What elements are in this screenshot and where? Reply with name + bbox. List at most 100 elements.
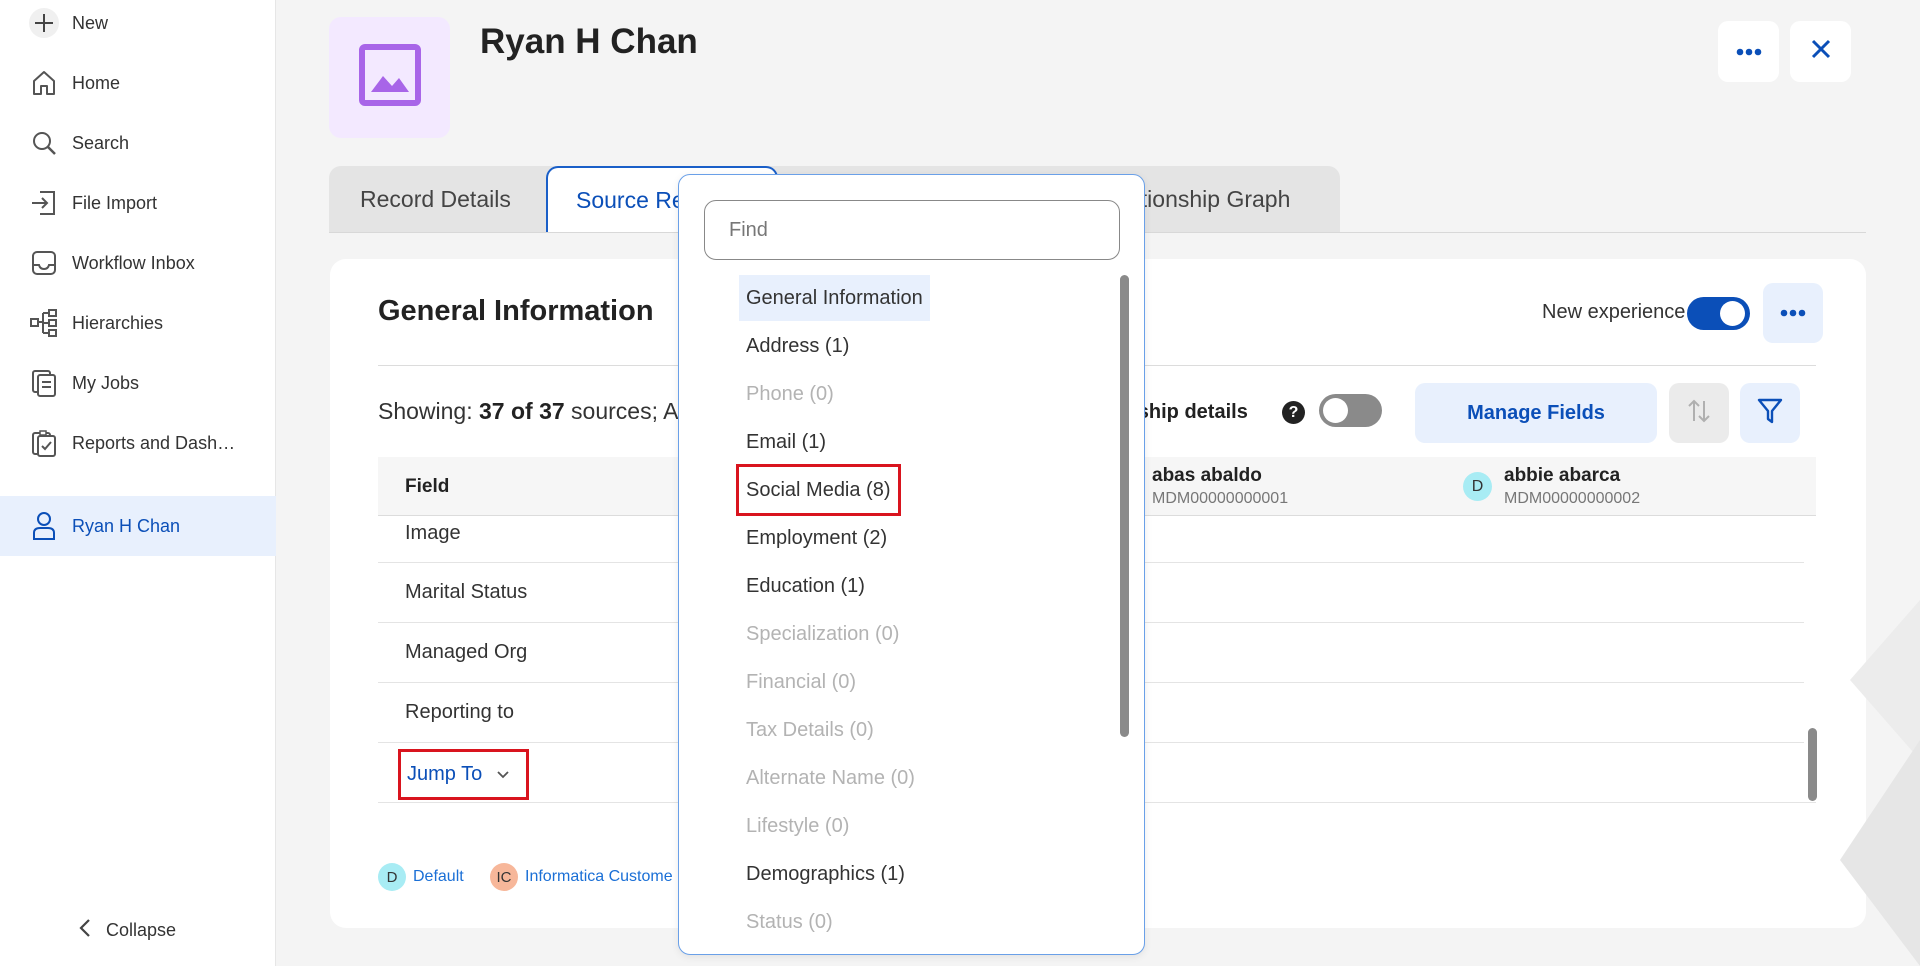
close-icon [1810,38,1832,65]
manage-fields-button[interactable]: Manage Fields [1415,383,1657,443]
dropdown-item: Specialization (0) [746,622,900,645]
dropdown-item[interactable]: Employment (2) [739,515,894,561]
record-avatar [329,17,450,138]
field-label: Reporting to [405,701,514,723]
legend-badge: IC [490,863,518,891]
jump-to-dropdown-trigger[interactable]: Jump To [398,749,529,800]
field-column-header: Field [405,476,450,497]
dropdown-item[interactable]: Education (1) [739,563,872,609]
dropdown-item[interactable]: General Information [739,275,930,321]
new-button[interactable]: New [0,0,276,53]
toggle-knob [1323,398,1348,423]
sidebar-item-hierarchies[interactable]: Hierarchies [0,293,276,353]
showing-suffix: sources; A [564,398,679,424]
jobs-icon [29,368,59,398]
tab-record-details[interactable]: Record Details [360,166,511,233]
ellipsis-icon [1780,304,1806,322]
ellipsis-icon [1736,43,1762,61]
section-title: General Information [378,295,654,327]
toggle-knob [1720,301,1745,326]
showing-summary: Showing: 37 of 37 sources; A [378,398,678,425]
source-column-header[interactable]: abbie abarca MDM00000000002 [1504,465,1640,508]
tab-label: ationship Graph [1128,186,1291,212]
relationship-details-label: rship details [1130,401,1248,423]
dropdown-item: Alternate Name (0) [746,766,915,789]
legend-item-informatica[interactable]: IC Informatica Custome [490,863,673,891]
legend-label: Default [413,868,464,885]
sidebar-item-my-jobs[interactable]: My Jobs [0,353,276,413]
background-decoration [1840,600,1920,966]
tab-label: Record Details [360,186,511,212]
sidebar-item-label: Workflow Inbox [72,252,195,273]
sidebar-item-label: Hierarchies [72,312,164,333]
find-input[interactable] [704,200,1120,260]
inbox-icon [29,248,59,278]
field-label: Image [405,522,461,544]
legend-badge: D [378,863,406,891]
dropdown-item: Tax Details (0) [746,718,874,741]
dropdown-item[interactable]: Address (1) [739,323,856,369]
page-title: Ryan H Chan [480,22,698,61]
sidebar-item-reports[interactable]: Reports and Dash… [0,413,276,473]
field-label: Marital Status [405,581,528,603]
source-name: abbie abarca [1504,465,1621,486]
sidebar-item-label: Reports and Dash… [72,432,236,453]
source-id: MDM00000000002 [1504,490,1641,507]
tab-label: Source Re [576,187,685,213]
source-id: MDM00000000001 [1152,490,1289,507]
file-import-icon [29,188,59,218]
hierarchy-icon [29,308,59,338]
filter-button[interactable] [1740,383,1800,443]
sidebar: New Home Search File Import Workflow Inb… [0,0,276,966]
dropdown-scrollbar[interactable] [1120,275,1129,737]
sidebar-item-search[interactable]: Search [0,113,276,173]
filter-icon [1757,397,1783,430]
help-icon[interactable]: ? [1282,401,1305,424]
dropdown-item: Phone (0) [746,382,834,405]
tab-relationship-graph[interactable]: ationship Graph [1128,166,1290,233]
jump-to-dropdown-menu: General Information Address (1) Phone (0… [678,174,1145,955]
source-badge: D [1463,472,1492,501]
collapse-button[interactable]: Collapse [78,918,176,943]
sort-button[interactable] [1669,383,1729,443]
source-column-header[interactable]: abas abaldo MDM00000000001 [1152,465,1288,508]
chevron-left-icon [78,918,92,943]
sidebar-item-file-import[interactable]: File Import [0,173,276,233]
sidebar-item-label: Home [72,72,121,93]
showing-count: 37 of 37 [479,398,565,424]
reports-icon [29,428,59,458]
sidebar-item-workflow-inbox[interactable]: Workflow Inbox [0,233,276,293]
sidebar-item-home[interactable]: Home [0,53,276,113]
legend-label: Informatica Custome [525,868,673,885]
chevron-down-icon [496,763,510,786]
new-experience-toggle[interactable] [1687,297,1750,330]
dropdown-item[interactable]: Email (1) [739,419,833,465]
card-more-options-button[interactable] [1763,283,1823,343]
jump-to-label: Jump To [407,763,483,785]
plus-icon [29,8,59,38]
new-label: New [72,12,109,33]
dropdown-item: Lifestyle (0) [746,814,850,837]
search-icon [29,128,59,158]
close-button[interactable] [1790,21,1851,82]
home-icon [29,68,59,98]
dropdown-item[interactable]: Demographics (1) [739,851,912,897]
source-name: abas abaldo [1152,465,1262,486]
sidebar-item-label: Search [72,132,130,153]
sidebar-item-label: Ryan H Chan [72,515,181,536]
showing-prefix: Showing: [378,398,480,424]
table-scrollbar[interactable] [1808,728,1817,801]
legend-item-default[interactable]: D Default [378,863,464,891]
collapse-label: Collapse [106,920,177,940]
image-placeholder-icon [358,44,421,111]
sidebar-item-label: My Jobs [72,372,140,393]
field-label: Managed Org [405,641,528,663]
sort-icon [1685,397,1713,430]
dropdown-item[interactable]: Social Media (8) [736,464,901,516]
person-icon [29,511,59,541]
sidebar-item-label: File Import [72,192,158,213]
more-options-button[interactable] [1718,21,1779,82]
relationship-details-toggle[interactable] [1319,394,1382,427]
sidebar-item-ryan-h-chan[interactable]: Ryan H Chan [0,496,276,556]
dropdown-item: Status (0) [746,910,833,933]
